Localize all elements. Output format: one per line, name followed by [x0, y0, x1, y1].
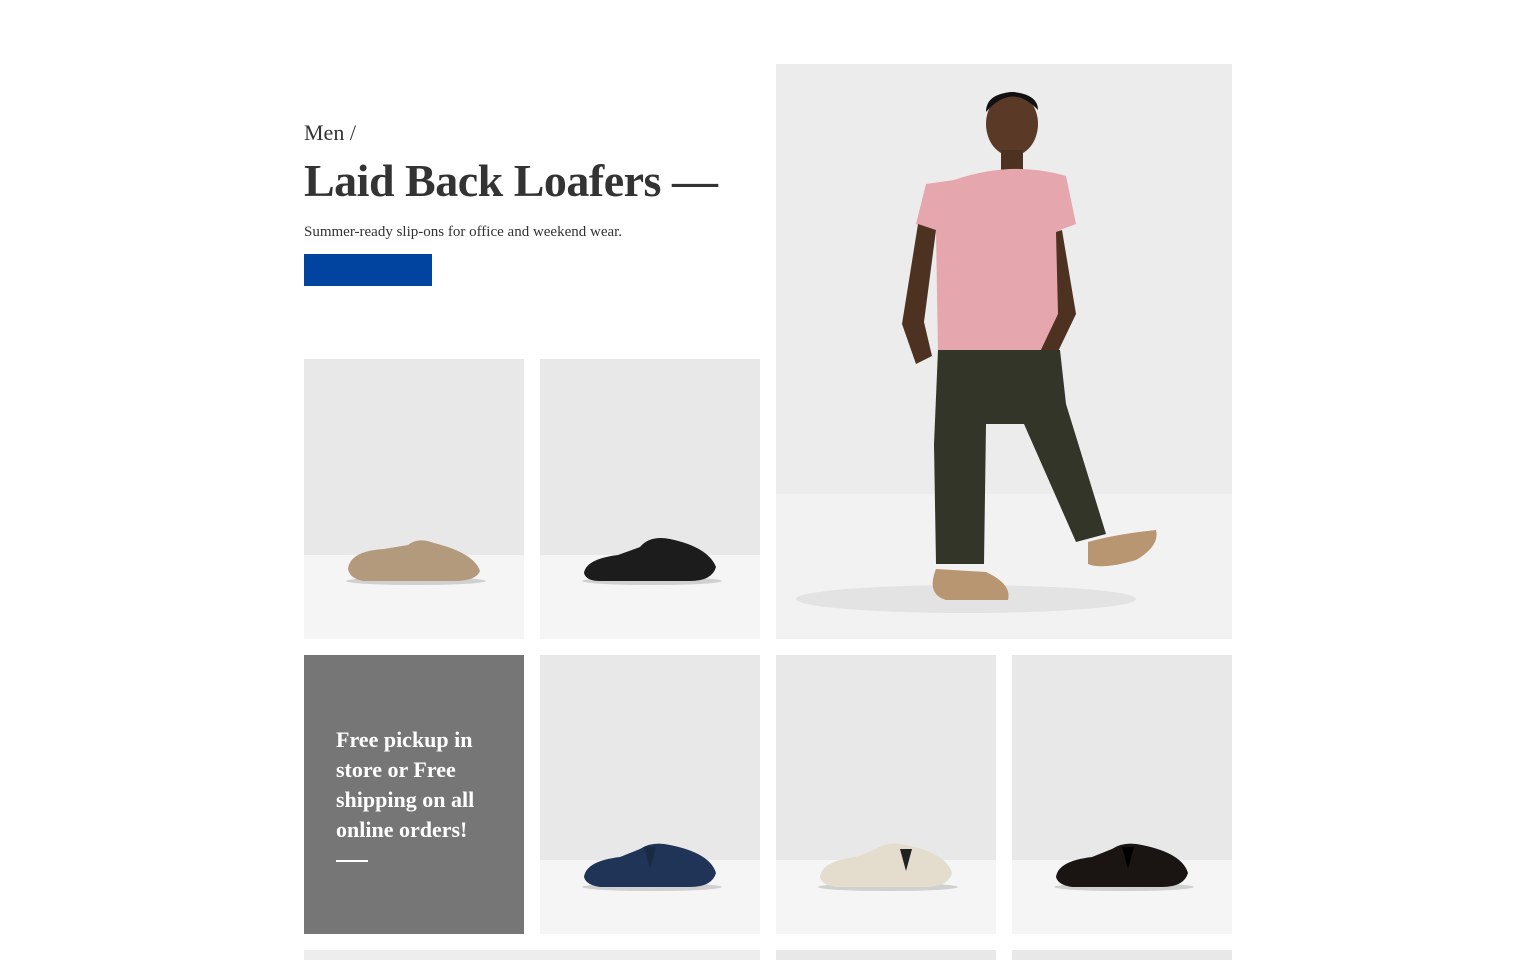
page-subtitle: Summer-ready slip-ons for office and wee…	[304, 224, 623, 240]
promo-divider	[336, 860, 368, 862]
product-image	[1012, 655, 1232, 934]
page-title: Laid Back Loafers —	[304, 155, 718, 206]
promo-block[interactable]: Free pickup in store or Free shipping on…	[304, 655, 524, 934]
product-image	[776, 655, 996, 934]
model-figure	[776, 64, 1232, 639]
product-tile-partial[interactable]	[776, 950, 996, 960]
page: Men / Laid Back Loafers — Summer-ready s…	[0, 0, 1536, 960]
shop-now-button[interactable]	[304, 254, 432, 286]
product-tile[interactable]	[776, 655, 996, 934]
product-tile-partial[interactable]	[1012, 950, 1232, 960]
promo-text: Free pickup in store or Free shipping on…	[336, 727, 475, 842]
product-tile[interactable]	[1012, 655, 1232, 934]
product-tile[interactable]	[540, 655, 760, 934]
lifestyle-image[interactable]	[776, 64, 1232, 639]
product-tile-partial[interactable]	[304, 950, 760, 960]
product-image	[540, 359, 760, 639]
product-tile[interactable]	[540, 359, 760, 639]
product-image	[540, 655, 760, 934]
product-tile[interactable]	[304, 359, 524, 639]
hero-text-block: Men / Laid Back Loafers — Summer-ready s…	[304, 118, 764, 242]
breadcrumb[interactable]: Men /	[304, 118, 764, 148]
product-image	[304, 359, 524, 639]
